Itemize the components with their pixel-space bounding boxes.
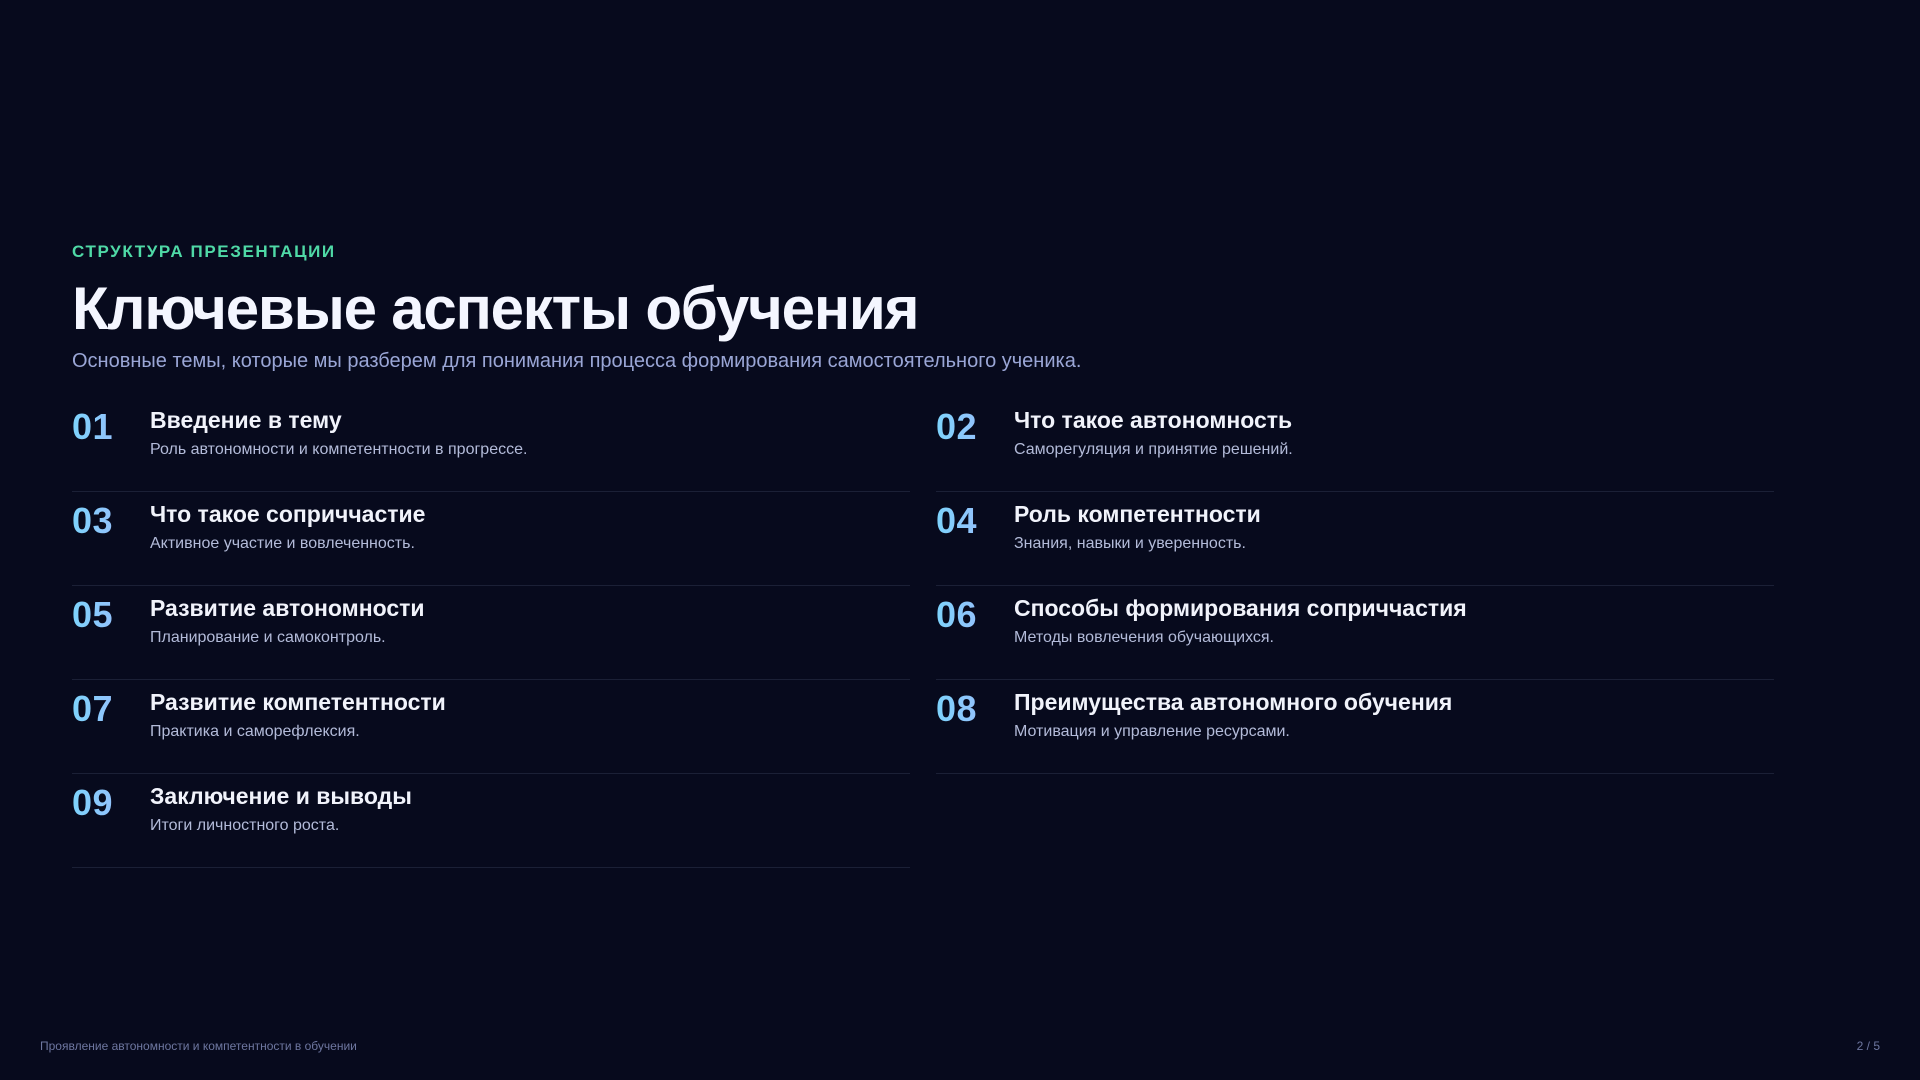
agenda-item-number: 01	[72, 407, 150, 447]
agenda-item: 02 Что такое автономность Саморегуляция …	[936, 398, 1774, 492]
agenda-item-title: Заключение и выводы	[150, 783, 412, 809]
agenda-item-description: Практика и саморефлексия.	[150, 723, 360, 740]
agenda-item: 06 Способы формирования соприччастия Мет…	[936, 586, 1774, 680]
agenda-item: 04 Роль компетентности Знания, навыки и …	[936, 492, 1774, 586]
agenda-item-title: Преимущества автономного обучения	[1014, 689, 1453, 715]
agenda-item-description: Методы вовлечения обучающихся.	[1014, 629, 1274, 646]
agenda-item: 03 Что такое соприччастие Активное участ…	[72, 492, 910, 586]
agenda-item-title: Введение в тему	[150, 407, 342, 433]
agenda-item-description: Активное участие и вовлеченность.	[150, 535, 415, 552]
agenda-item-title: Развитие компетентности	[150, 689, 446, 715]
slide-content: СТРУКТУРА ПРЕЗЕНТАЦИИ Ключевые аспекты о…	[72, 242, 1774, 868]
slide: СТРУКТУРА ПРЕЗЕНТАЦИИ Ключевые аспекты о…	[0, 0, 1920, 1080]
agenda-item-number: 06	[936, 595, 1014, 635]
agenda-item-number: 08	[936, 689, 1014, 729]
agenda-item-description: Итоги личностного роста.	[150, 817, 340, 834]
agenda-item-description: Знания, навыки и уверенность.	[1014, 535, 1246, 552]
agenda-item-title: Развитие автономности	[150, 595, 425, 621]
agenda-item-number: 02	[936, 407, 1014, 447]
agenda-item-number: 07	[72, 689, 150, 729]
agenda-item-title: Что такое соприччастие	[150, 501, 426, 527]
agenda-item-description: Саморегуляция и принятие решений.	[1014, 441, 1293, 458]
agenda-item: 01 Введение в тему Роль автономности и к…	[72, 398, 910, 492]
agenda-item-number: 03	[72, 501, 150, 541]
footer-presentation-title: Проявление автономности и компетентности…	[40, 1039, 357, 1053]
agenda-item-number: 09	[72, 783, 150, 823]
agenda-item: 07 Развитие компетентности Практика и са…	[72, 680, 910, 774]
agenda-item: 05 Развитие автономности Планирование и …	[72, 586, 910, 680]
agenda-item-title: Роль компетентности	[1014, 501, 1261, 527]
slide-page-number: 2 / 5	[1856, 1039, 1880, 1053]
agenda-item: 08 Преимущества автономного обучения Мот…	[936, 680, 1774, 774]
agenda-item-number: 05	[72, 595, 150, 635]
section-eyebrow: СТРУКТУРА ПРЕЗЕНТАЦИИ	[72, 242, 336, 261]
page-title: Ключевые аспекты обучения	[72, 275, 920, 342]
agenda-item-description: Мотивация и управление ресурсами.	[1014, 723, 1290, 740]
agenda-item: 09 Заключение и выводы Итоги личностного…	[72, 774, 910, 868]
agenda-item-description: Роль автономности и компетентности в про…	[150, 441, 528, 458]
agenda-item-title: Что такое автономность	[1014, 407, 1293, 433]
agenda-item-number: 04	[936, 501, 1014, 541]
page-subtitle: Основные темы, которые мы разберем для п…	[72, 350, 1082, 372]
agenda-grid: 01 Введение в тему Роль автономности и к…	[72, 398, 1774, 868]
agenda-item-description: Планирование и самоконтроль.	[150, 629, 386, 646]
agenda-item-title: Способы формирования соприччастия	[1014, 595, 1467, 621]
